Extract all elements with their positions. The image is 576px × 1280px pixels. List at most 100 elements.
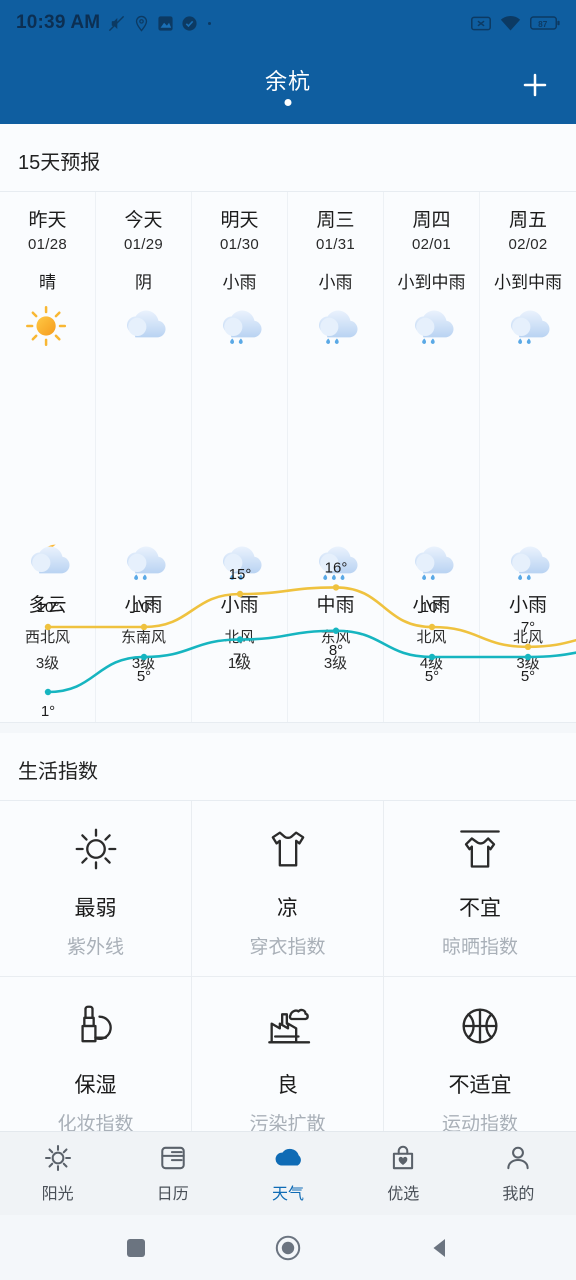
cloud-rain-icon	[318, 310, 358, 344]
calendar-icon	[161, 1146, 185, 1170]
nav-item-label: 天气	[272, 1186, 305, 1203]
forecast-wind-level: 3级	[131, 654, 156, 672]
moon-cloud-icon	[30, 544, 70, 574]
forecast-day-column[interactable]: 今天 01/29 阴 小雨 东南风 3级	[96, 192, 192, 722]
life-section-title: 生活指数	[18, 761, 98, 783]
forecast-night-condition: 小雨	[124, 594, 163, 616]
nav-item-优选[interactable]: 优选	[346, 1143, 461, 1204]
forecast-date: 01/29	[123, 235, 164, 253]
nav-item-天气[interactable]: 天气	[230, 1143, 345, 1204]
life-index-value: 不适宜	[448, 1073, 512, 1097]
forecast-scroller[interactable]: 昨天 01/28 晴 多云 西北风 3级 今天 01/29 阴 小雨 东南风 3…	[0, 191, 576, 723]
nav-item-label: 我的	[502, 1186, 535, 1203]
life-index-cell[interactable]: 良污染扩散	[192, 977, 384, 1153]
status-bar-right: 87	[471, 15, 560, 32]
home-button[interactable]	[268, 1228, 308, 1268]
forecast-night-icon-wrap	[23, 538, 73, 584]
life-index-icon-wrap	[68, 818, 124, 880]
mute-icon	[109, 15, 125, 31]
forecast-columns: 昨天 01/28 晴 多云 西北风 3级 今天 01/29 阴 小雨 东南风 3…	[0, 192, 576, 722]
life-index-icon-wrap	[452, 995, 508, 1057]
life-index-value: 凉	[277, 897, 298, 920]
forecast-date: 01/28	[27, 235, 68, 253]
forecast-day-column[interactable]: 周五 02/02 小到中雨 小雨 北风 3级	[480, 192, 576, 722]
forecast-wind-direction: 北风	[224, 628, 255, 646]
status-overflow-dot	[208, 21, 212, 25]
person-icon	[507, 1146, 530, 1170]
forecast-weekday: 明天	[220, 210, 259, 231]
forecast-night-condition: 中雨	[316, 594, 355, 616]
back-triangle-icon	[433, 1238, 445, 1257]
life-index-icon-wrap	[452, 818, 508, 880]
forecast-weekday: 周五	[508, 210, 547, 231]
forecast-day-icon-wrap	[407, 302, 457, 348]
cloud-rain-icon	[414, 546, 454, 580]
forecast-day-icon-wrap	[119, 302, 169, 348]
cloud-rain-icon	[126, 546, 166, 580]
forecast-wind-level: 3级	[323, 654, 348, 672]
forecast-day-icon-wrap	[215, 302, 265, 348]
forecast-chart-gap	[96, 348, 191, 538]
forecast-day-column[interactable]: 周三 01/31 小雨 中雨 东风 3级	[288, 192, 384, 722]
forecast-card: 15天预报 昨天 01/28 晴 多云 西北风 3级 今天 01/29 阴 小雨…	[0, 124, 576, 723]
forecast-night-condition: 小雨	[220, 594, 259, 616]
forecast-day-condition: 小到中雨	[494, 272, 562, 292]
life-index-icon-wrap	[68, 995, 124, 1057]
forecast-day-condition: 小雨	[318, 272, 353, 292]
life-index-cell[interactable]: 凉穿衣指数	[192, 801, 384, 977]
forecast-date: 02/02	[508, 235, 548, 253]
recents-square-icon	[127, 1238, 145, 1257]
uv-sun-icon	[75, 828, 116, 870]
forecast-wind-direction: 东风	[320, 628, 351, 646]
forecast-night-condition: 小雨	[412, 594, 451, 616]
forecast-weekday: 昨天	[28, 210, 67, 231]
forecast-wind-direction: 西北风	[24, 628, 70, 646]
cloud-rain-icon	[414, 310, 454, 344]
nav-item-label: 日历	[156, 1186, 189, 1203]
life-index-cell[interactable]: 最弱 紫外线	[0, 801, 192, 977]
forecast-section-title: 15天预报	[18, 152, 101, 174]
status-bar-left: 10:39 AM	[16, 12, 471, 34]
life-index-value: 保湿	[74, 1073, 117, 1097]
factory-icon	[267, 1008, 310, 1043]
forecast-day-column[interactable]: 周四 02/01 小到中雨 小雨 北风 4级	[384, 192, 480, 722]
cloud-rain-icon	[511, 546, 550, 580]
life-index-icon-wrap	[260, 995, 316, 1057]
battery-icon: 87	[530, 16, 560, 30]
forecast-wind-direction: 北风	[416, 628, 447, 646]
tshirt-icon	[271, 831, 304, 867]
forecast-date: 02/01	[411, 235, 452, 253]
forecast-wind-direction: 北风	[512, 628, 543, 646]
nav-item-我的[interactable]: 我的	[461, 1143, 576, 1204]
cloud-filled-icon	[275, 1148, 301, 1166]
cloud-heavy-rain-icon	[318, 546, 358, 580]
no-sim-icon	[471, 16, 491, 30]
forecast-day-condition: 小雨	[222, 272, 257, 292]
add-city-button[interactable]	[516, 66, 554, 104]
forecast-day-column[interactable]: 明天 01/30 小雨 小雨 北风 1级	[192, 192, 288, 722]
back-button[interactable]	[420, 1228, 460, 1268]
life-index-card: 生活指数 最弱 紫外线凉穿衣指数 不宜 晾晒指数 保湿 化妆指数良污染扩散 不适宜 运动指数	[0, 733, 576, 1153]
recents-button[interactable]	[116, 1228, 156, 1268]
forecast-day-condition: 阴	[135, 272, 152, 292]
nav-item-阳光[interactable]: 阳光	[0, 1143, 115, 1204]
sun-outline-icon	[44, 1144, 71, 1172]
forecast-day-column[interactable]: 昨天 01/28 晴 多云 西北风 3级	[0, 192, 96, 722]
life-index-label: 穿衣指数	[249, 937, 326, 958]
life-index-label: 紫外线	[66, 937, 124, 958]
forecast-day-condition: 晴	[39, 272, 56, 292]
bottom-navigation: 阳光 日历 天气 优选 我的	[0, 1131, 576, 1215]
life-index-cell[interactable]: 保湿 化妆指数	[0, 977, 192, 1153]
bag-heart-icon	[393, 1145, 414, 1170]
forecast-wind-level: 3级	[35, 654, 60, 672]
forecast-weekday: 周四	[412, 210, 451, 231]
forecast-chart-gap	[288, 348, 383, 538]
location-icon	[136, 15, 148, 32]
life-index-cell[interactable]: 不适宜 运动指数	[384, 977, 576, 1153]
forecast-weekday: 周三	[316, 210, 355, 231]
life-index-cell[interactable]: 不宜 晾晒指数	[384, 801, 576, 977]
forecast-wind-direction: 东南风	[120, 628, 166, 646]
nav-item-日历[interactable]: 日历	[115, 1143, 230, 1204]
cloud-rain-icon	[222, 310, 262, 344]
forecast-day-icon-wrap	[23, 302, 73, 348]
